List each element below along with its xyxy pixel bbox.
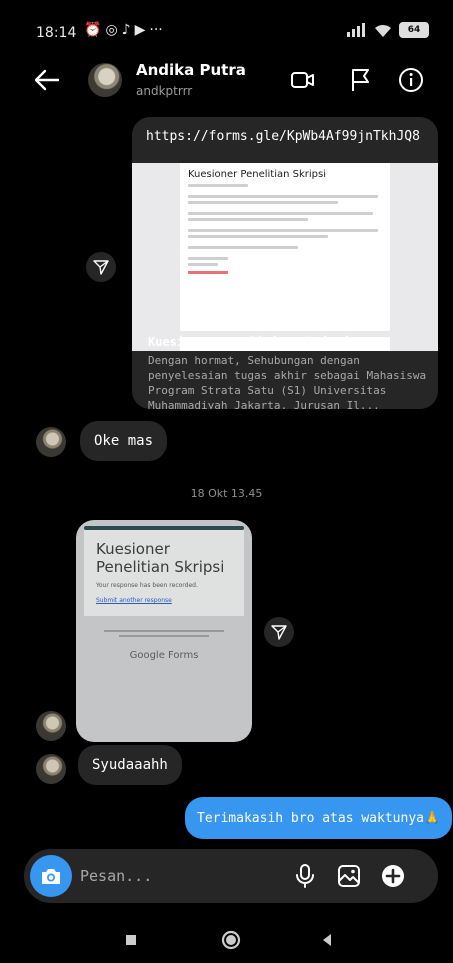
- message-text: Oke mas: [94, 433, 154, 449]
- system-navigation-bar: [0, 915, 453, 963]
- response-recorded-text: Your response has been recorded.: [96, 582, 198, 589]
- message-timestamp: 18 Okt 13.45: [190, 487, 263, 500]
- send-icon: [93, 260, 109, 275]
- message-input[interactable]: [80, 861, 280, 891]
- play-icon: ▶: [134, 22, 146, 38]
- received-message[interactable]: Syudaaahh: [78, 745, 182, 785]
- back-arrow-icon[interactable]: [32, 65, 62, 95]
- avatar[interactable]: [36, 427, 66, 457]
- form-preview-heading: Kuesioner Penelitian Skripsi: [188, 169, 327, 180]
- add-icon[interactable]: [380, 863, 406, 889]
- message-text: Terimakasih bro atas waktunya🙏: [197, 810, 441, 826]
- link-preview-image: Kuesioner Penelitian Skripsi: [132, 163, 438, 351]
- signal-icon: [347, 23, 365, 37]
- whatsapp-icon: ◎: [105, 22, 118, 38]
- notification-icons: ⏰ ◎ ♪ ▶ ···: [84, 22, 163, 38]
- video-call-icon[interactable]: [290, 67, 316, 93]
- avatar[interactable]: [36, 711, 66, 741]
- form-confirmation: Kuesioner Penelitian Skripsi Your respon…: [84, 530, 244, 616]
- wifi-icon: [375, 24, 391, 37]
- message-text: Syudaaahh: [92, 757, 168, 773]
- tiktok-icon: ♪: [121, 22, 131, 38]
- info-icon[interactable]: [398, 67, 424, 93]
- photo-message[interactable]: Kuesioner Penelitian Skripsi Your respon…: [76, 520, 252, 742]
- message-composer: [24, 849, 438, 903]
- battery-icon: 64: [399, 22, 429, 38]
- camera-button[interactable]: [30, 855, 72, 897]
- status-time: 18:14: [36, 25, 77, 41]
- share-link-button[interactable]: [86, 252, 116, 282]
- system-icons: 64: [345, 22, 429, 38]
- chat-header: Andika Putra andkptrrr: [0, 55, 453, 107]
- status-bar: 18:14 ⏰ ◎ ♪ ▶ ··· 64: [0, 0, 453, 62]
- camera-icon: [42, 869, 60, 884]
- form-footer: [84, 630, 244, 637]
- avatar[interactable]: [88, 63, 122, 97]
- gallery-icon[interactable]: [336, 863, 362, 889]
- share-photo-button[interactable]: [264, 617, 294, 647]
- contact-username[interactable]: andkptrrr: [136, 84, 192, 98]
- link-title: Kuesioner Penelitian Skripsi: [148, 335, 351, 349]
- alarm-icon: ⏰: [84, 22, 102, 38]
- link-preview-message[interactable]: https://forms.gle/KpWb4Af99jnTkhJQ8 Kues…: [132, 117, 438, 409]
- link-description: Dengan hormat, Sehubungan dengan penyele…: [148, 354, 427, 409]
- recents-icon[interactable]: [120, 929, 142, 951]
- avatar[interactable]: [36, 754, 66, 784]
- submit-another-link: Submit another response: [96, 597, 172, 604]
- send-icon: [271, 625, 287, 640]
- back-icon[interactable]: [316, 929, 338, 951]
- link-url[interactable]: https://forms.gle/KpWb4Af99jnTkhJQ8: [146, 129, 420, 144]
- contact-name[interactable]: Andika Putra: [136, 61, 246, 79]
- google-forms-logo: Google Forms: [129, 650, 199, 661]
- flag-icon[interactable]: [347, 67, 373, 93]
- received-message[interactable]: Oke mas: [80, 421, 168, 461]
- microphone-icon[interactable]: [292, 863, 318, 889]
- form-preview: Kuesioner Penelitian Skripsi: [180, 163, 390, 351]
- more-icon: ···: [149, 22, 163, 38]
- home-icon[interactable]: [220, 929, 242, 951]
- form-title: Kuesioner Penelitian Skripsi: [96, 540, 225, 576]
- sent-message[interactable]: Terimakasih bro atas waktunya🙏: [185, 797, 453, 839]
